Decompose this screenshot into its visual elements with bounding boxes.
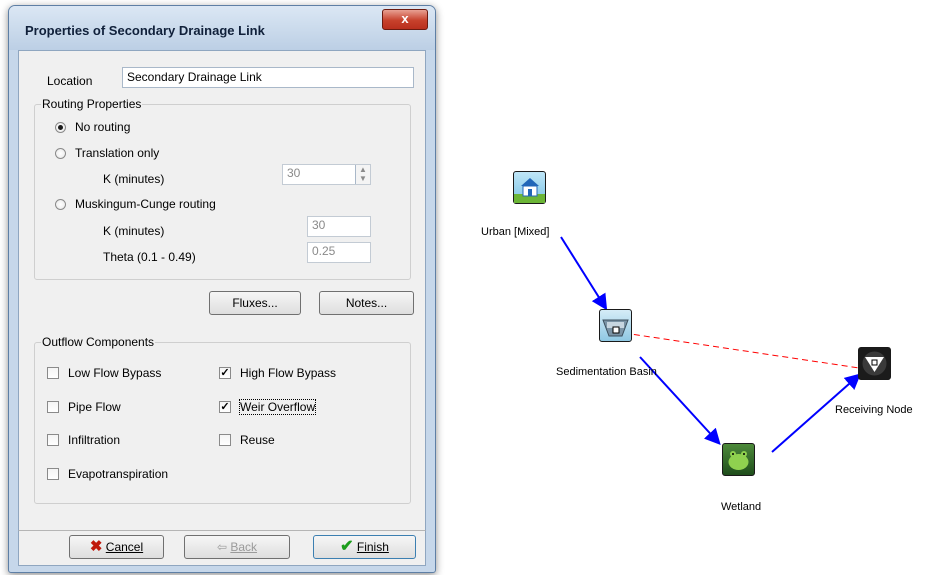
urban-node-label: Urban [Mixed] (481, 226, 550, 238)
node-links-canvas (560, 236, 868, 453)
sedimentation-node-label: Sedimentation Basin (556, 366, 657, 378)
frog-icon (728, 451, 749, 470)
sedimentation-basin-icon[interactable] (599, 309, 632, 342)
secondary-drainage-link[interactable] (623, 332, 868, 373)
receiving-node-icon[interactable] (858, 347, 891, 380)
link-urban-to-sedimentation[interactable] (560, 236, 608, 311)
urban-house-icon[interactable] (513, 171, 546, 204)
basin-icon (602, 319, 629, 337)
house-icon (514, 178, 545, 203)
receiving-node-label: Receiving Node (835, 404, 913, 416)
receiving-triangle-icon (862, 351, 887, 376)
wetland-icon[interactable] (722, 443, 755, 476)
wetland-node-label: Wetland (721, 501, 762, 513)
